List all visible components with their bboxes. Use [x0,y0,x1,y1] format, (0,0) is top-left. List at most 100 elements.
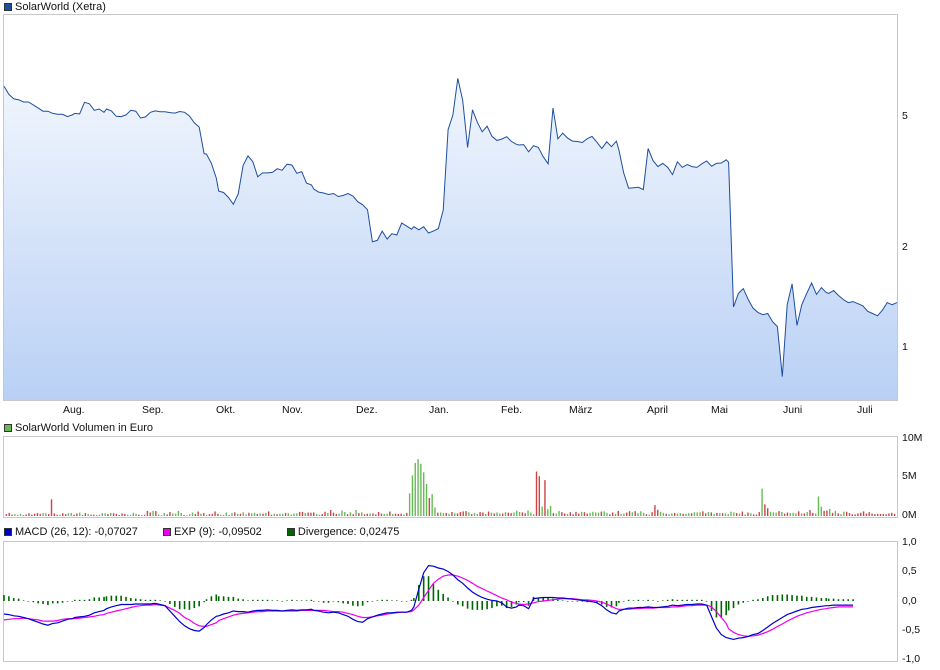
volume-bar [217,513,219,516]
volume-bar [220,514,222,516]
volume-bar [654,505,656,516]
volume-bar [231,513,233,516]
volume-bar [682,513,684,516]
divergence-bar [8,596,10,601]
price-x-tick: Sep. [142,404,164,416]
price-x-tick: März [569,404,593,416]
divergence-bar [842,599,845,601]
volume-bar [814,513,817,516]
volume-bar [826,510,828,516]
volume-bar [380,513,383,516]
divergence-bar [827,598,830,601]
volume-bar [188,514,191,516]
price-x-tick: Okt. [216,404,236,416]
divergence-bar [222,596,225,601]
divergence-bar [332,601,335,602]
divergence-bar [37,601,39,604]
volume-bar [755,514,758,516]
price-x-tick: Jan. [429,404,449,416]
volume-bar [296,513,298,516]
volume-bar [338,513,340,516]
volume-bar [160,515,163,516]
volume-bar [521,512,524,516]
divergence-bar [134,598,137,601]
divergence-bar [820,598,823,601]
divergence-bar [217,596,220,601]
divergence-bar [52,601,54,604]
volume-bar [411,475,414,516]
divergence-bar [198,601,200,607]
volume-bar [414,462,416,516]
divergence-bar [581,601,584,602]
volume-bar [98,514,101,516]
volume-bar [211,513,213,516]
divergence-bar [210,596,213,601]
divergence-bar [120,595,122,601]
divergence-bar [710,601,713,612]
volume-bar [879,513,882,516]
volume-bar [572,514,574,516]
volume-bar [265,512,267,516]
volume-bar [750,513,752,516]
volume-bar [578,513,580,516]
volume-bar [87,514,89,516]
volume-bar [301,511,304,516]
volume-bar [569,512,572,516]
divergence-bar [173,601,176,607]
volume-bar [676,513,679,516]
volume-bar [95,514,98,516]
volume-bar [665,513,667,516]
volume-bar [251,513,253,516]
volume-bar [448,513,450,516]
volume-bar [64,514,67,516]
volume-bar [169,512,171,516]
volume-bar [375,514,377,516]
volume-bar [659,511,662,516]
volume-bar [868,512,870,516]
volume-bar [645,514,648,516]
divergence-bar [771,595,774,601]
volume-bar [335,513,338,516]
divergence-bar [752,599,754,601]
volume-bar [657,509,659,516]
divergence-bar [47,601,49,606]
volume-bar [871,513,873,516]
volume-bar [248,512,250,516]
volume-bar [36,513,39,516]
volume-bar [62,513,64,516]
volume-bar [829,508,831,516]
volume-bar [428,498,431,516]
divergence-bar [696,599,698,601]
divergence-bar [313,601,315,602]
volume-bar [468,512,470,516]
volume-bar [321,514,323,516]
volume-bar [840,514,842,516]
volume-bar [532,514,535,516]
divergence-bar [686,599,688,601]
volume-bar [662,512,665,516]
volume-bar [420,463,422,516]
divergence-bar [103,596,105,601]
divergence-bar [442,593,444,601]
divergence-bar [405,601,408,602]
volume-bar [769,511,772,516]
volume-bar [48,513,50,516]
volume-y-tick: 5M [902,470,917,482]
volume-bar [194,514,197,516]
divergence-bar [73,599,76,601]
volume-bar [710,512,713,516]
volume-bar [493,513,495,516]
volume-bar [485,513,487,516]
volume-bar [600,511,603,516]
volume-bar [707,512,710,516]
divergence-bar [837,599,840,601]
divergence-bar [801,595,803,601]
macd-y-tick: -1,0 [902,653,921,665]
volume-bar [837,513,839,516]
divergence-bar [215,594,218,601]
volume-bar [358,513,360,516]
divergence-bar [327,601,330,603]
volume-bar [110,512,112,516]
divergence-bar [386,599,388,601]
divergence-bar [252,599,254,601]
